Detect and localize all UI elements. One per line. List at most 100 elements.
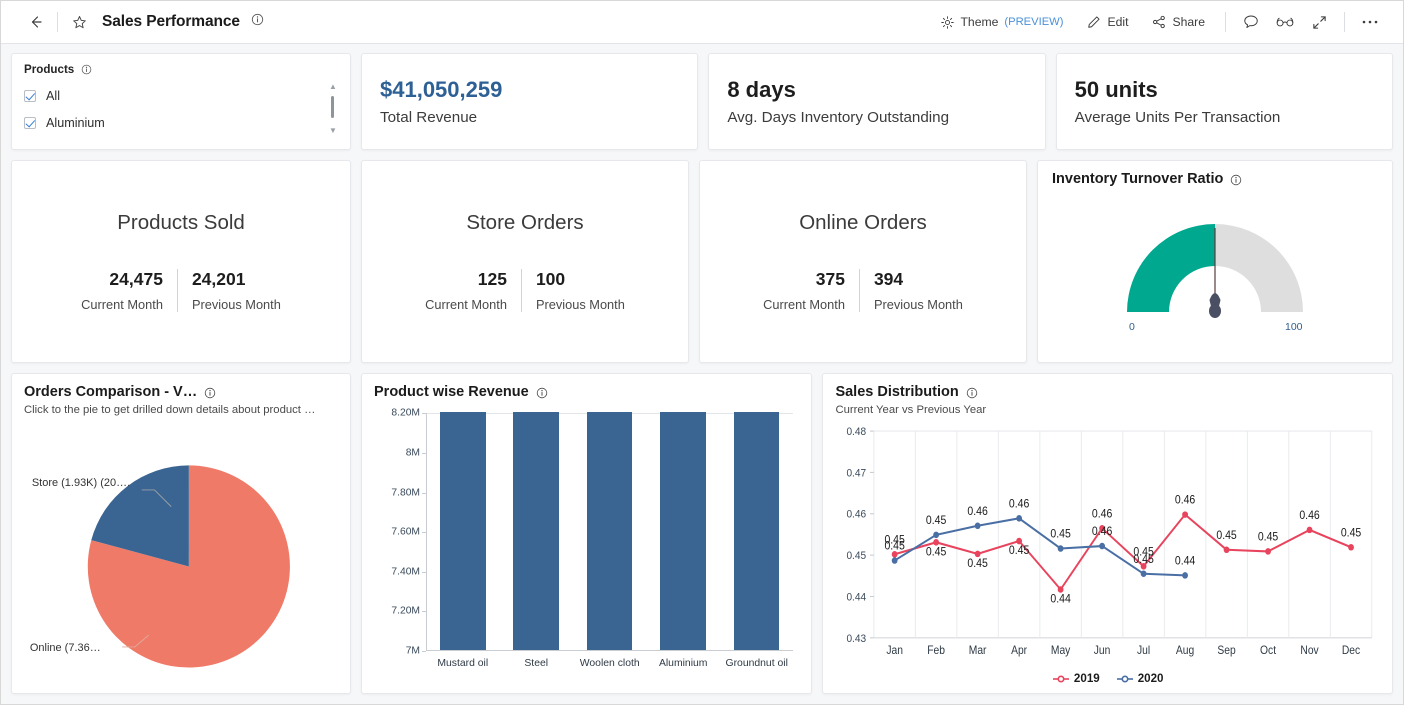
- line-chart-legend: 2019 2020: [835, 670, 1380, 685]
- line-y-tick-label: 0.48: [847, 425, 867, 438]
- comparison-title: Online Orders: [799, 211, 927, 235]
- checkbox-icon[interactable]: [24, 90, 36, 102]
- line-point[interactable]: [934, 531, 940, 538]
- line-point[interactable]: [1349, 544, 1355, 551]
- fullscreen-button[interactable]: [1302, 9, 1336, 35]
- checkbox-icon[interactable]: [24, 117, 36, 129]
- toolbar-actions: Theme (PREVIEW) Edit Share: [929, 9, 1387, 35]
- line-point[interactable]: [1058, 545, 1064, 552]
- info-icon[interactable]: [1230, 174, 1242, 186]
- line-point[interactable]: [892, 557, 898, 564]
- line-point-label: 0.45: [1258, 531, 1278, 544]
- line-point[interactable]: [1224, 546, 1230, 553]
- comparison-row: Products Sold 24,475 Current Month 24,20…: [11, 160, 1393, 363]
- line-point-label: 0.46: [968, 505, 988, 518]
- favorite-button[interactable]: [66, 9, 92, 35]
- comparison-card-products-sold[interactable]: Products Sold 24,475 Current Month 24,20…: [11, 160, 351, 363]
- comparison-previous-value: 100: [536, 269, 565, 290]
- line-point[interactable]: [1307, 526, 1313, 533]
- more-options-icon: [1361, 19, 1379, 25]
- kpi-card-total-revenue[interactable]: $41,050,259 Total Revenue: [361, 53, 698, 150]
- kpi-card-units-per-transaction[interactable]: 50 units Average Units Per Transaction: [1056, 53, 1393, 150]
- gauge-title-text: Inventory Turnover Ratio: [1052, 171, 1223, 188]
- line-graphic[interactable]: 0.430.440.450.460.470.48JanFebMarAprMayJ…: [835, 418, 1380, 671]
- info-icon[interactable]: [204, 387, 216, 399]
- bar-column[interactable]: [660, 412, 706, 650]
- line-chart-title: Sales Distribution: [835, 384, 1380, 401]
- gauge-card-inventory-turnover[interactable]: Inventory Turnover Ratio 0100: [1037, 160, 1393, 363]
- theme-label: Theme: [960, 15, 998, 29]
- line-point[interactable]: [1183, 511, 1189, 518]
- line-point[interactable]: [1183, 572, 1189, 579]
- bar-column[interactable]: [587, 412, 633, 650]
- line-point-label: 0.45: [1217, 529, 1237, 542]
- line-point[interactable]: [934, 539, 940, 546]
- line-point[interactable]: [975, 522, 981, 529]
- chart-card-product-revenue[interactable]: Product wise Revenue 7M7.20M7.40M7.60M7.…: [361, 373, 812, 694]
- pie-graphic[interactable]: Store (1.93K) (20….Online (7.36…: [24, 418, 338, 686]
- comparison-card-online-orders[interactable]: Online Orders 375 Current Month 394 Prev…: [699, 160, 1027, 363]
- bar-y-tick-label: 7.40M: [391, 566, 426, 577]
- pie-chart-body: Store (1.93K) (20….Online (7.36…: [24, 418, 338, 686]
- chart-card-orders-comparison[interactable]: Orders Comparison - V… Click to the pie …: [11, 373, 351, 694]
- line-point[interactable]: [975, 550, 981, 557]
- filter-scrollbar[interactable]: ▲ ▼: [327, 82, 338, 136]
- info-icon[interactable]: [251, 13, 264, 26]
- gauge-graphic: 0100: [1105, 204, 1325, 336]
- top-toolbar: Sales Performance: [1, 1, 1403, 44]
- comment-button[interactable]: [1234, 9, 1268, 35]
- line-chart-body: 0.430.440.450.460.470.48JanFebMarAprMayJ…: [835, 418, 1380, 671]
- filter-option-aluminium[interactable]: Aluminium: [24, 109, 320, 136]
- toolbar-divider: [1344, 12, 1345, 32]
- scroll-up-icon[interactable]: ▲: [329, 83, 337, 91]
- line-point[interactable]: [1017, 515, 1023, 522]
- line-point[interactable]: [1017, 537, 1023, 544]
- line-y-tick-label: 0.47: [847, 466, 867, 479]
- bar-y-tick-label: 8.20M: [391, 408, 426, 419]
- comparison-current: 24,475 Current Month: [67, 269, 177, 312]
- bar-column[interactable]: [513, 412, 559, 650]
- theme-button[interactable]: Theme (PREVIEW): [929, 11, 1075, 33]
- share-icon: [1152, 15, 1166, 29]
- line-point[interactable]: [1058, 586, 1064, 593]
- back-button[interactable]: [23, 9, 49, 35]
- legend-item-2020[interactable]: 2020: [1116, 672, 1164, 685]
- line-point-label: 0.46: [1300, 509, 1320, 522]
- bar-x-tick-label: Woolen cloth: [580, 651, 640, 669]
- view-button[interactable]: [1268, 9, 1302, 35]
- bar-y-tick: [422, 453, 426, 454]
- line-point[interactable]: [1266, 548, 1272, 555]
- legend-item-2019[interactable]: 2019: [1052, 672, 1100, 685]
- line-x-tick-label: Oct: [1260, 644, 1276, 657]
- line-x-tick-label: Feb: [928, 644, 946, 657]
- comment-icon: [1243, 14, 1259, 30]
- chart-card-sales-distribution[interactable]: Sales Distribution Current Year vs Previ…: [822, 373, 1393, 694]
- comparison-current-label: Current Month: [425, 297, 507, 312]
- kpi-card-days-inventory[interactable]: 8 days Avg. Days Inventory Outstanding: [708, 53, 1045, 150]
- filter-option-all[interactable]: All: [24, 82, 320, 109]
- share-button[interactable]: Share: [1140, 11, 1217, 33]
- legend-label: 2020: [1138, 672, 1164, 685]
- line-point-label: 0.46: [1175, 494, 1195, 507]
- line-point[interactable]: [1100, 542, 1106, 549]
- bar-x-tick-label: Steel: [524, 651, 548, 669]
- pie-chart-title: Orders Comparison - V…: [24, 384, 338, 401]
- line-point-label: 0.46: [1092, 507, 1112, 520]
- info-icon[interactable]: [966, 387, 978, 399]
- line-x-tick-label: Sep: [1218, 644, 1236, 657]
- filter-option-label: All: [46, 89, 60, 103]
- more-options-button[interactable]: [1353, 9, 1387, 35]
- scroll-down-icon[interactable]: ▼: [329, 127, 337, 135]
- pie-label-store: Store (1.93K) (20….: [32, 477, 130, 489]
- edit-button[interactable]: Edit: [1075, 11, 1140, 33]
- comparison-card-store-orders[interactable]: Store Orders 125 Current Month 100 Previ…: [361, 160, 689, 363]
- line-y-tick-label: 0.45: [847, 549, 867, 562]
- line-point[interactable]: [1141, 570, 1147, 577]
- bar-column[interactable]: [440, 412, 486, 650]
- info-icon[interactable]: [81, 64, 92, 75]
- bar-column[interactable]: [734, 412, 780, 650]
- scrollbar-thumb[interactable]: [331, 96, 334, 118]
- info-icon[interactable]: [536, 387, 548, 399]
- comparison-previous-label: Previous Month: [536, 297, 625, 312]
- gauge-needle-hub: [1209, 304, 1221, 318]
